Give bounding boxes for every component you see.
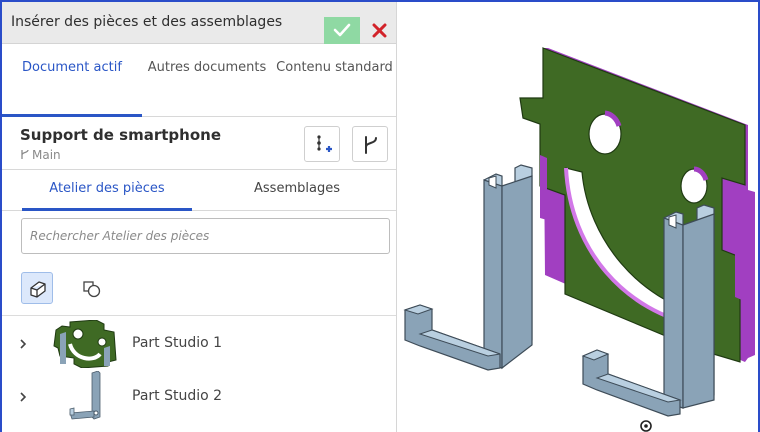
left-stand bbox=[403, 164, 533, 371]
search-input[interactable] bbox=[21, 218, 390, 254]
tab-other-documents[interactable]: Autres documents bbox=[142, 45, 272, 117]
close-icon bbox=[372, 23, 387, 38]
tab-active-document[interactable]: Document actif bbox=[2, 45, 142, 117]
stand-thumbnail bbox=[69, 371, 101, 420]
surface-filter-icon bbox=[83, 281, 101, 298]
list-item-label: Part Studio 1 bbox=[132, 335, 223, 351]
surface-filter-button[interactable] bbox=[75, 272, 107, 304]
tab-standard-content[interactable]: Contenu standard bbox=[272, 45, 396, 117]
document-header: Support de smartphone Main bbox=[2, 118, 396, 170]
dialog-titlebar: Insérer des pièces et des assemblages bbox=[2, 2, 396, 44]
branch-versions-button[interactable] bbox=[352, 126, 388, 162]
origin-icon[interactable] bbox=[640, 420, 652, 432]
chevron-right-icon[interactable] bbox=[19, 391, 27, 403]
face-plate-thumbnail bbox=[53, 320, 117, 368]
document-name: Support de smartphone bbox=[20, 126, 222, 144]
dialog-title: Insérer des pièces et des assemblages bbox=[11, 14, 283, 30]
exploded-assembly-render[interactable] bbox=[398, 2, 758, 432]
chevron-right-icon[interactable] bbox=[19, 338, 27, 350]
close-button[interactable] bbox=[366, 17, 393, 44]
tab-assemblies[interactable]: Assemblages bbox=[222, 171, 372, 211]
tab-part-studios[interactable]: Atelier des pièces bbox=[22, 171, 192, 211]
insert-version-icon bbox=[317, 135, 332, 152]
check-icon bbox=[333, 23, 351, 37]
studio-tabs: Atelier des pièces Assemblages bbox=[2, 171, 396, 211]
branch-icon bbox=[21, 149, 29, 159]
insert-version-button[interactable] bbox=[304, 126, 340, 162]
list-item-label: Part Studio 2 bbox=[132, 388, 223, 404]
list-item[interactable]: Part Studio 1 bbox=[2, 318, 396, 370]
filter-toolbar bbox=[2, 262, 396, 316]
face-plate bbox=[519, 47, 755, 363]
list-item[interactable]: Part Studio 2 bbox=[2, 371, 396, 423]
branch-versions-icon bbox=[365, 136, 377, 154]
insert-parts-dialog: Insérer des pièces et des assemblages Do… bbox=[2, 2, 397, 432]
branch-name: Main bbox=[32, 148, 61, 162]
part-filter-button[interactable] bbox=[21, 272, 53, 304]
graphics-viewport[interactable] bbox=[398, 2, 758, 432]
confirm-button[interactable] bbox=[324, 17, 360, 44]
part-filter-icon bbox=[30, 281, 46, 298]
branch-label: Main bbox=[20, 148, 61, 162]
source-tabs: Document actif Autres documents Contenu … bbox=[2, 45, 396, 117]
